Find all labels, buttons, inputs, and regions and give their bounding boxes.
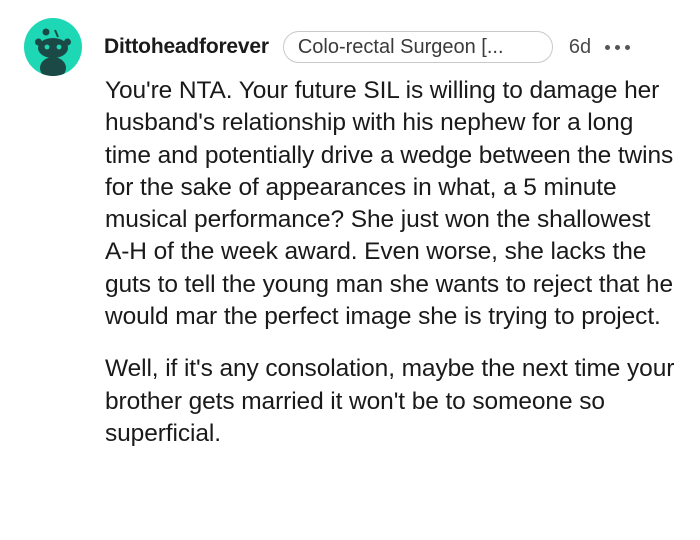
more-dot-icon: [605, 44, 611, 50]
user-flair: Colo-rectal Surgeon [...: [282, 31, 553, 63]
comment: Dittoheadforever Colo-rectal Surgeon [..…: [0, 0, 700, 540]
username-link[interactable]: Dittoheadforever: [104, 35, 269, 59]
user-avatar[interactable]: [24, 18, 82, 76]
snoo-avatar-icon: [35, 28, 71, 76]
more-options-button[interactable]: [605, 37, 631, 57]
comment-header: Dittoheadforever Colo-rectal Surgeon [..…: [104, 30, 631, 64]
timestamp[interactable]: 6d: [569, 36, 591, 59]
more-dot-icon: [625, 44, 631, 50]
comment-body: You're NTA. Your future SIL is willing t…: [105, 75, 680, 450]
comment-paragraph: Well, if it's any consolation, maybe the…: [105, 355, 675, 447]
more-dot-icon: [615, 44, 621, 50]
comment-paragraph: You're NTA. Your future SIL is willing t…: [105, 77, 674, 331]
